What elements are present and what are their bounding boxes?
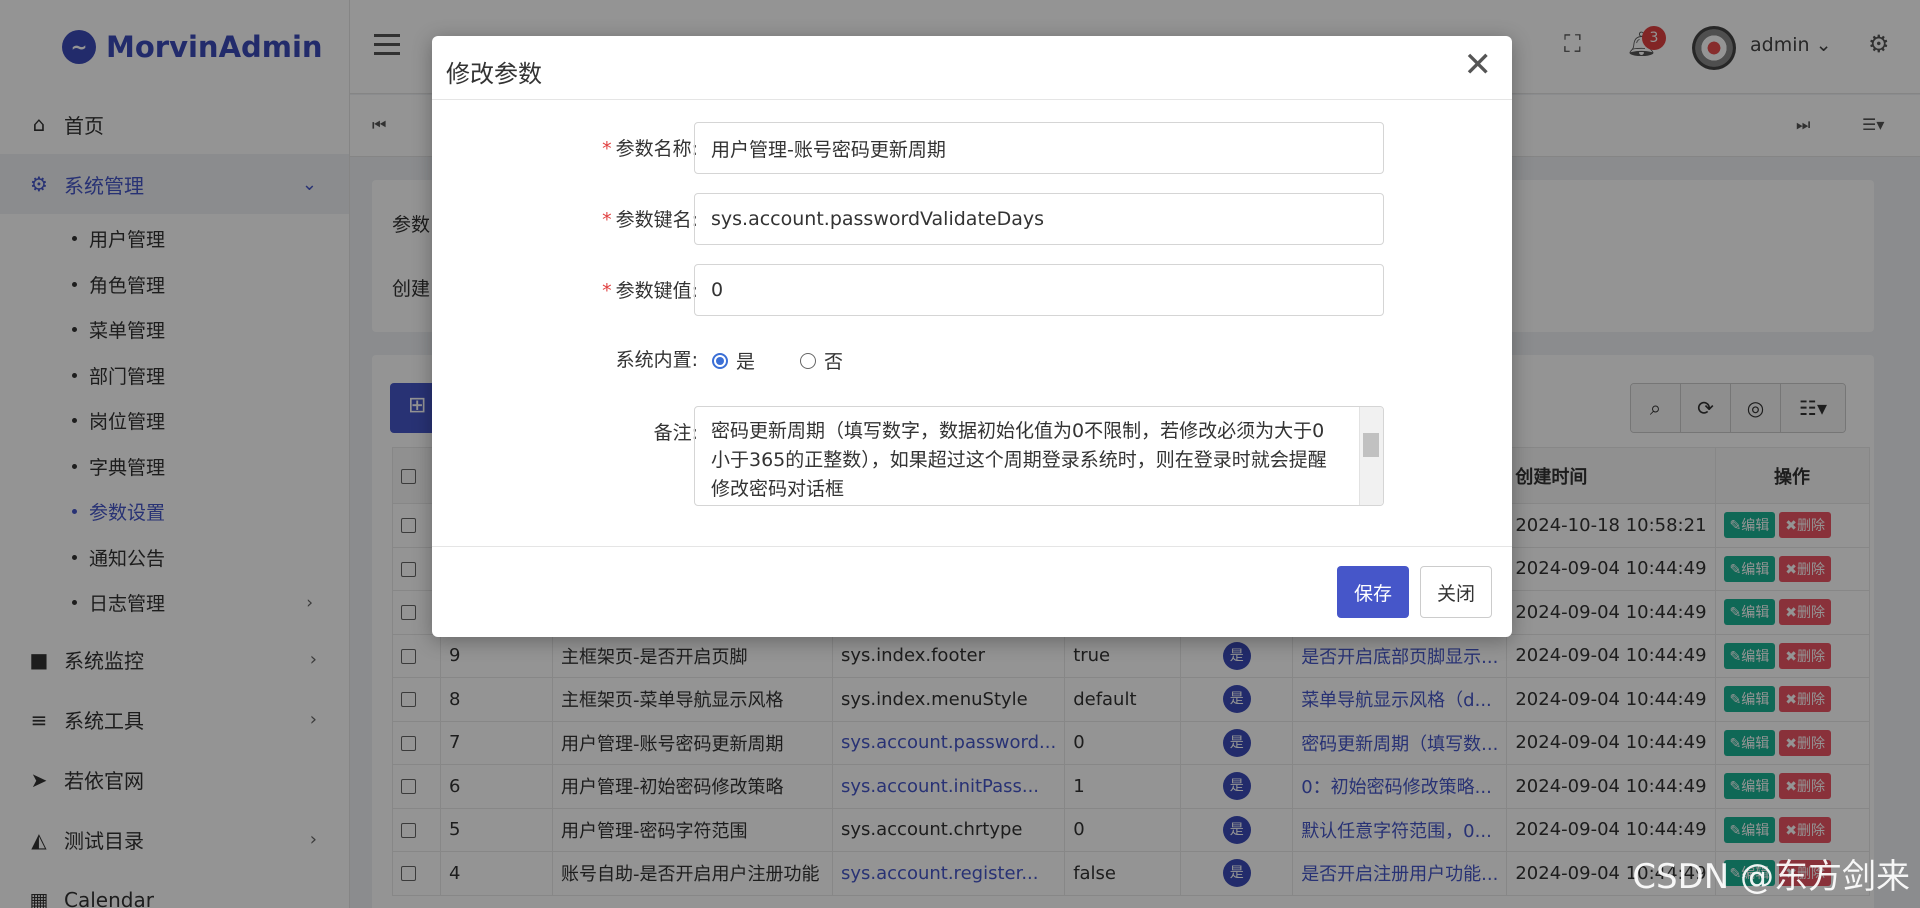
remark-text: 密码更新周期（填写数字，数据初始化值为0不限制，若修改必须为大于0小于365的正… [711, 420, 1327, 500]
builtin-radio-yes[interactable]: 是 [712, 347, 755, 374]
field-label-builtin: 系统内置: [615, 349, 698, 371]
save-button[interactable]: 保存 [1337, 566, 1409, 618]
label-text: 参数名称: [615, 138, 698, 160]
modal-header: 修改参数 ✕ [432, 36, 1512, 100]
field-label-key: * 参数键名: [602, 205, 698, 232]
close-icon[interactable]: ✕ [1464, 48, 1493, 82]
builtin-radio-no[interactable]: 否 [800, 347, 843, 374]
field-label-remark: 备注: [653, 422, 698, 444]
field-label-value: * 参数键值: [602, 276, 698, 303]
textarea-scrollbar[interactable] [1359, 407, 1383, 505]
field-label-name: * 参数名称: [602, 134, 698, 161]
edit-param-modal: 修改参数 ✕ * 参数名称: 用户管理-账号密码更新周期 * 参数键名: sys.a… [432, 36, 1512, 637]
field-row-remark: 备注: 密码更新周期（填写数字，数据初始化值为0不限制，若修改必须为大于0小于3… [432, 406, 1512, 506]
required-mark: * [602, 138, 612, 160]
required-mark: * [602, 280, 612, 302]
scrollbar-thumb[interactable] [1363, 433, 1379, 457]
watermark: CSDN @东方剑来 [1632, 857, 1910, 897]
radio-checked-icon [712, 352, 728, 369]
param-value-input[interactable]: 0 [694, 264, 1384, 316]
field-row-key: * 参数键名: sys.account.passwordValidateDays [432, 193, 1512, 245]
modal-title: 修改参数 [446, 60, 542, 88]
param-key-input[interactable]: sys.account.passwordValidateDays [694, 193, 1384, 245]
label-text: 参数键值: [615, 280, 698, 302]
param-name-input[interactable]: 用户管理-账号密码更新周期 [694, 122, 1384, 174]
required-mark: * [602, 209, 612, 231]
radio-label: 否 [824, 351, 844, 373]
modal-footer: 保存 关闭 [432, 546, 1512, 637]
field-row-value: * 参数键值: 0 [432, 264, 1512, 316]
label-text: 参数键名: [615, 209, 698, 231]
radio-label: 是 [736, 351, 756, 373]
field-row-name: * 参数名称: 用户管理-账号密码更新周期 [432, 122, 1512, 174]
close-button[interactable]: 关闭 [1420, 566, 1492, 618]
radio-unchecked-icon [800, 352, 816, 369]
field-row-builtin: 系统内置: 是 否 [432, 333, 1512, 385]
remark-textarea[interactable]: 密码更新周期（填写数字，数据初始化值为0不限制，若修改必须为大于0小于365的正… [694, 406, 1384, 506]
